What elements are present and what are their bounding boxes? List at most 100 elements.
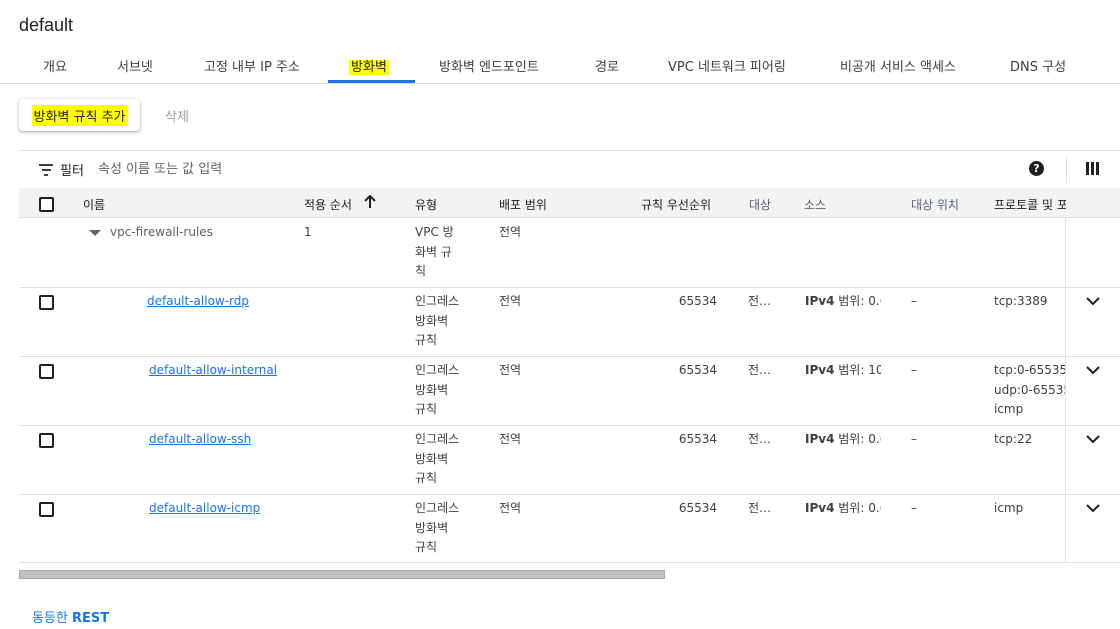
rule-type-line: 방화벽 xyxy=(415,451,449,466)
rule-type-line: 규칙 xyxy=(415,540,438,554)
expand-row-icon[interactable] xyxy=(1086,503,1100,513)
header-scope[interactable]: 배포 범위 xyxy=(499,196,547,213)
table-group-row: vpc-firewall-rules 1 VPC 방 화벽 규 칙 전역 xyxy=(19,218,1120,288)
table-row: default-allow-internal 인그레스 방화벽 규칙 전역 65… xyxy=(19,357,1120,426)
rule-type-line: 규칙 xyxy=(415,471,438,485)
header-type[interactable]: 유형 xyxy=(415,196,437,213)
rule-priority: 65534 xyxy=(678,432,717,446)
horizontal-scrollbar[interactable] xyxy=(19,570,665,579)
source-ipv4-label: IPv4 xyxy=(805,501,835,515)
tab-private-service-access[interactable]: 비공개 서비스 액세스 xyxy=(840,56,956,84)
rule-source: IPv4 범위: 10 xyxy=(805,361,881,381)
tab-dns-config[interactable]: DNS 구성 xyxy=(1010,56,1066,84)
group-order: 1 xyxy=(304,225,312,239)
table-row: default-allow-icmp 인그레스 방화벽 규칙 전역 65534 … xyxy=(19,495,1120,563)
table-header: 이름 적용 순서 유형 배포 범위 규칙 우선순위 대상 소스 대상 위치 프로… xyxy=(19,188,1120,218)
delete-button[interactable]: 삭제 xyxy=(165,106,189,125)
table-row: default-allow-ssh 인그레스 방화벽 규칙 전역 65534 전… xyxy=(19,426,1120,495)
sort-ascending-icon[interactable] xyxy=(364,195,376,209)
table-row: default-allow-rdp 인그레스 방화벽 규칙 전역 65534 전… xyxy=(19,288,1120,357)
rule-type-line: 방화벽 xyxy=(415,382,449,397)
rule-target: 전… xyxy=(748,294,772,308)
source-range: 범위: 0.( xyxy=(834,294,881,308)
row-checkbox[interactable] xyxy=(39,502,54,517)
header-order[interactable]: 적용 순서 xyxy=(304,196,352,213)
rule-protocol: tcp:22 xyxy=(994,430,1066,450)
rule-type: 인그레스 방화벽 규칙 xyxy=(415,499,459,558)
rule-type: 인그레스 방화벽 규칙 xyxy=(415,430,459,489)
rule-target-location: – xyxy=(911,501,917,515)
rule-type-line: 인그레스 xyxy=(415,363,460,377)
protocol-line: tcp:0-65535 xyxy=(994,363,1066,377)
select-all-checkbox[interactable] xyxy=(39,197,54,212)
rule-type: 인그레스 방화벽 규칙 xyxy=(415,361,459,420)
rule-type-line: 방화벽 xyxy=(415,520,449,535)
column-display-options-icon[interactable] xyxy=(1086,162,1099,175)
row-checkbox[interactable] xyxy=(39,433,54,448)
source-ipv4-label: IPv4 xyxy=(805,432,835,446)
collapse-group-icon[interactable] xyxy=(89,230,101,236)
rule-scope: 전역 xyxy=(499,501,522,515)
rule-source: IPv4 범위: 0.( xyxy=(805,430,881,450)
rule-type-line: 인그레스 xyxy=(415,432,460,446)
rule-source: IPv4 범위: 0.( xyxy=(805,292,881,312)
row-checkbox[interactable] xyxy=(39,295,54,310)
tab-vpc-peering[interactable]: VPC 네트워크 피어링 xyxy=(668,56,786,84)
rule-type-line: 규칙 xyxy=(415,402,438,416)
filter-input[interactable] xyxy=(98,157,698,181)
filter-icon[interactable] xyxy=(39,164,53,176)
sticky-column-divider xyxy=(1065,218,1066,563)
rule-name-link[interactable]: default-allow-rdp xyxy=(147,292,249,312)
header-source[interactable]: 소스 xyxy=(804,196,826,213)
rule-protocol: tcp:0-65535 udp:0-65535 icmp xyxy=(994,361,1066,420)
expand-row-icon[interactable] xyxy=(1086,434,1100,444)
protocol-line: tcp:22 xyxy=(994,432,1033,446)
tab-firewall-label: 방화벽 xyxy=(349,60,389,75)
rule-type-line: 방화벽 xyxy=(415,313,449,328)
rule-protocol: tcp:3389 xyxy=(994,292,1066,312)
rule-priority: 65534 xyxy=(678,363,717,377)
group-type-line: 화벽 규 xyxy=(415,244,452,259)
toolbar-divider xyxy=(1066,157,1067,183)
rule-target: 전… xyxy=(748,363,772,377)
tab-routes[interactable]: 경로 xyxy=(595,56,619,84)
expand-row-icon[interactable] xyxy=(1086,296,1100,306)
filter-bar: 필터 ? xyxy=(19,150,1120,188)
header-protocol[interactable]: 프로토콜 및 포 xyxy=(994,196,1066,213)
tab-static-internal-ip[interactable]: 고정 내부 IP 주소 xyxy=(204,56,300,84)
rule-priority: 65534 xyxy=(678,501,717,515)
rule-name-link[interactable]: default-allow-icmp xyxy=(149,499,260,519)
protocol-line: tcp:3389 xyxy=(994,294,1048,308)
add-firewall-rule-label: 방화벽 규칙 추가 xyxy=(31,104,128,126)
row-checkbox[interactable] xyxy=(39,364,54,379)
header-target[interactable]: 대상 xyxy=(749,196,771,213)
source-range: 범위: 0.( xyxy=(834,432,881,446)
rule-target-location: – xyxy=(911,432,917,446)
header-priority[interactable]: 규칙 우선순위 xyxy=(641,196,711,213)
help-icon[interactable]: ? xyxy=(1029,161,1044,176)
rule-scope: 전역 xyxy=(499,432,522,446)
rule-name-link[interactable]: default-allow-ssh xyxy=(149,430,251,450)
header-target-location[interactable]: 대상 위치 xyxy=(911,196,959,213)
protocol-line: icmp xyxy=(994,501,1024,515)
protocol-line: udp:0-65535 xyxy=(994,382,1066,397)
rule-type-line: 인그레스 xyxy=(415,501,460,515)
tab-overview[interactable]: 개요 xyxy=(43,56,67,84)
rule-name-link[interactable]: default-allow-internal xyxy=(149,361,277,381)
equivalent-rest-link[interactable]: 동등한 REST xyxy=(32,607,109,626)
filter-label: 필터 xyxy=(60,164,84,179)
group-type-line: VPC 방 xyxy=(415,225,454,239)
tab-subnets[interactable]: 서브넷 xyxy=(117,56,153,84)
expand-row-icon[interactable] xyxy=(1086,365,1100,375)
tab-firewall-endpoints[interactable]: 방화벽 엔드포인트 xyxy=(439,56,539,84)
rule-type-line: 인그레스 xyxy=(415,294,460,308)
rest-link-prefix: 동등한 xyxy=(32,611,68,626)
rule-target-location: – xyxy=(911,363,917,377)
page-title: default xyxy=(19,15,74,35)
add-firewall-rule-button[interactable]: 방화벽 규칙 추가 xyxy=(19,99,140,131)
rule-target: 전… xyxy=(748,501,772,515)
rule-scope: 전역 xyxy=(499,294,522,308)
header-name[interactable]: 이름 xyxy=(83,196,105,213)
source-range: 범위: 10 xyxy=(834,363,881,377)
group-type-line: 칙 xyxy=(415,264,427,278)
